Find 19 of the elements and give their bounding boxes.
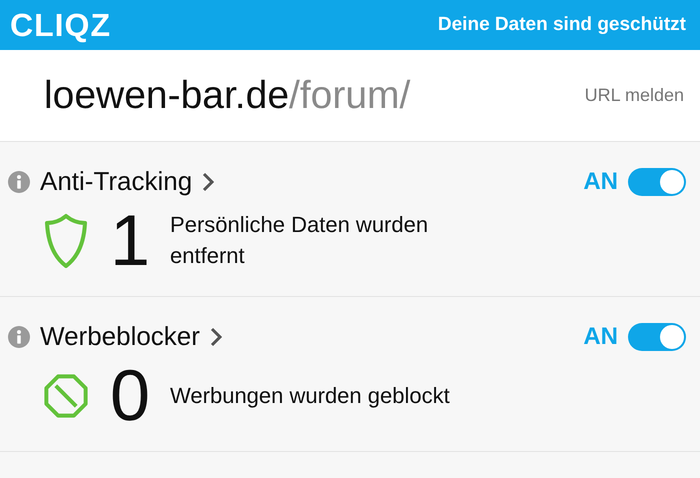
blocked-count: 0	[110, 360, 150, 432]
module-title[interactable]: Werbeblocker	[40, 321, 200, 352]
page-url: loewen-bar.de/forum/	[44, 74, 410, 118]
toggle-switch[interactable]	[628, 168, 686, 196]
module-description: Werbungen wurden geblockt	[170, 382, 451, 410]
report-url-link[interactable]: URL melden	[584, 85, 684, 106]
logo: CLIQZ	[10, 6, 111, 44]
module-title[interactable]: Anti-Tracking	[40, 166, 192, 197]
state-label: AN	[583, 168, 618, 196]
shield-icon	[44, 213, 88, 269]
state-label: AN	[583, 322, 618, 350]
info-icon[interactable]	[8, 326, 30, 348]
chevron-right-icon[interactable]	[202, 172, 214, 192]
toggle-switch[interactable]	[628, 322, 686, 350]
blocked-count: 1	[110, 205, 150, 277]
protection-status: Deine Daten sind geschützt	[438, 14, 686, 36]
module-description: Persönliche Daten wurden entfernt	[170, 211, 430, 270]
info-icon[interactable]	[8, 170, 30, 192]
chevron-right-icon[interactable]	[210, 326, 222, 346]
